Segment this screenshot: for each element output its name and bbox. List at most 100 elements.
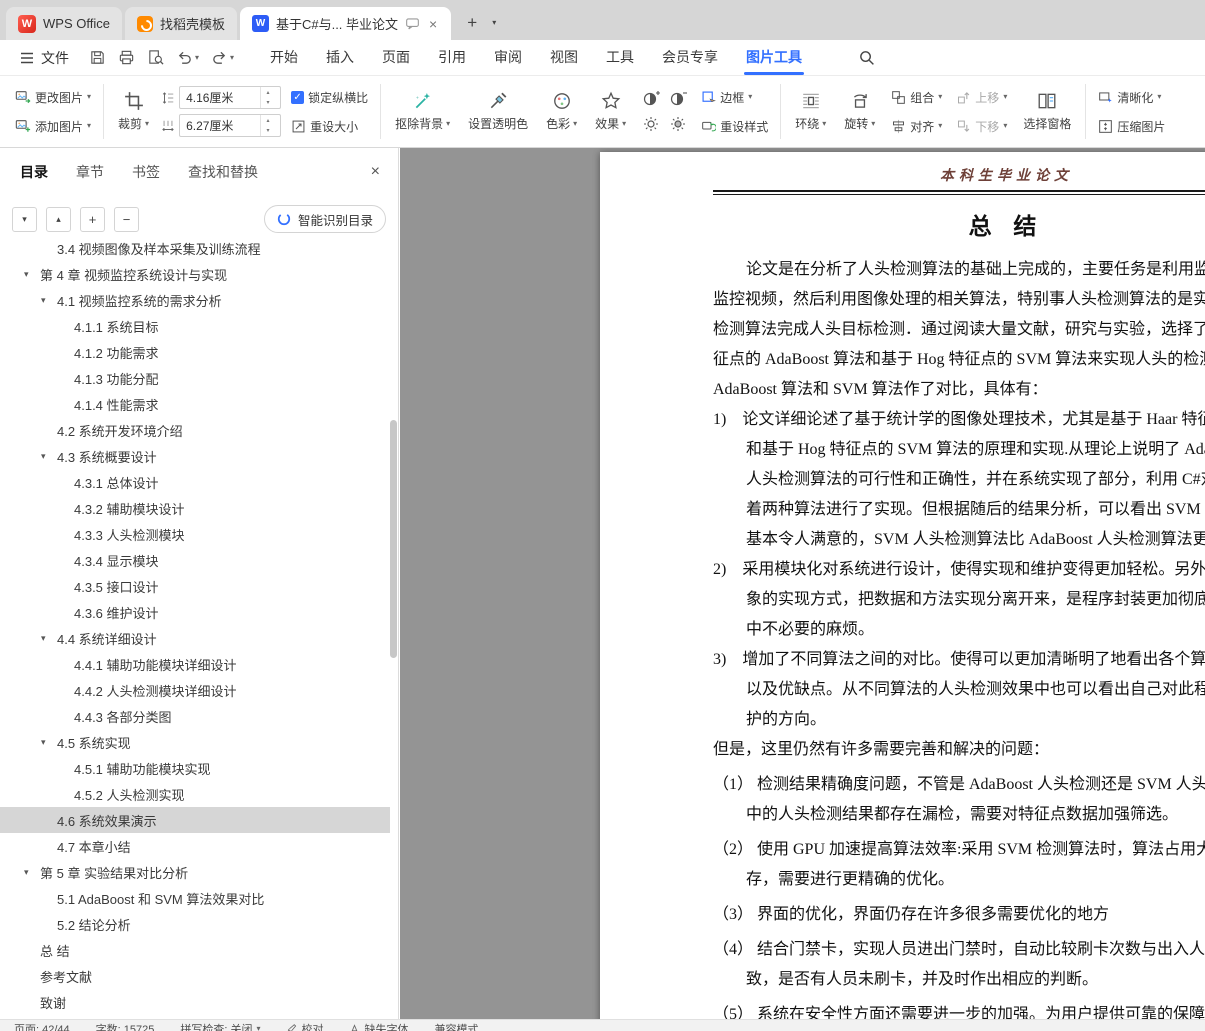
toc-item[interactable]: 4.1.1 系统目标 bbox=[0, 313, 390, 339]
redo-button[interactable]: ▾ bbox=[211, 49, 234, 66]
decrease-contrast-icon[interactable] bbox=[668, 89, 688, 109]
remove-background-button[interactable]: 抠除背景 ▾ bbox=[389, 88, 456, 135]
toc-item[interactable]: 总 结 bbox=[0, 937, 390, 963]
rotate-button[interactable]: 旋转 ▾ bbox=[838, 88, 881, 135]
toc-item[interactable]: 4.1.4 性能需求 bbox=[0, 391, 390, 417]
tab-home[interactable]: 开始 bbox=[256, 40, 312, 75]
page-indicator[interactable]: 页面: 42/44 bbox=[14, 1021, 70, 1031]
lock-aspect-checkbox[interactable]: ✓ 锁定纵横比 bbox=[287, 85, 372, 109]
toc-item[interactable]: 4.4.2 人头检测模块详细设计 bbox=[0, 677, 390, 703]
proofread-button[interactable]: 校对 bbox=[286, 1021, 323, 1031]
search-icon[interactable] bbox=[858, 49, 875, 66]
toc-item[interactable]: 参考文献 bbox=[0, 963, 390, 989]
picture-width-input[interactable] bbox=[180, 115, 261, 136]
send-backward-button[interactable]: 下移 ▾ bbox=[952, 114, 1011, 138]
toc-item[interactable]: 4.5.2 人头检测实现 bbox=[0, 781, 390, 807]
expand-triangle-icon[interactable]: ▾ bbox=[41, 737, 57, 748]
toc-item[interactable]: 4.3.1 总体设计 bbox=[0, 469, 390, 495]
tab-docer-templates[interactable]: 找稻壳模板 bbox=[124, 7, 237, 40]
undo-button[interactable]: ▾ bbox=[176, 49, 199, 66]
picture-height-input[interactable] bbox=[180, 87, 261, 108]
pane-tab-bookmarks[interactable]: 书签 bbox=[132, 162, 160, 182]
toc-item[interactable]: 4.3.6 维护设计 bbox=[0, 599, 390, 625]
tab-picture-tools[interactable]: 图片工具 bbox=[732, 40, 816, 75]
toc-item[interactable]: 4.3.4 显示模块 bbox=[0, 547, 390, 573]
expand-triangle-icon[interactable]: ▾ bbox=[41, 633, 57, 644]
spin-up-icon[interactable]: ▴ bbox=[261, 87, 275, 98]
crop-button[interactable]: 裁剪 ▾ bbox=[112, 88, 155, 135]
document-page[interactable]: 本科生毕业论文 总 结 论文是在分析了人头检测算法的基础上完成的，主要任务是利用… bbox=[600, 152, 1205, 1019]
toc-item[interactable]: ▾ 4.4 系统详细设计 bbox=[0, 625, 390, 651]
color-button[interactable]: 色彩 ▾ bbox=[540, 88, 583, 135]
close-tab-icon[interactable]: × bbox=[427, 16, 439, 32]
toc-item[interactable]: 4.2 系统开发环境介绍 bbox=[0, 417, 390, 443]
tab-page[interactable]: 页面 bbox=[368, 40, 424, 75]
expand-triangle-icon[interactable]: ▾ bbox=[24, 269, 40, 280]
sharpen-button[interactable]: 清晰化 ▾ bbox=[1094, 85, 1169, 109]
new-tab-button[interactable]: + bbox=[459, 10, 485, 36]
tab-document[interactable]: W 基于C#与... 毕业论文 × bbox=[239, 7, 452, 40]
spin-down-icon[interactable]: ▾ bbox=[261, 98, 275, 109]
spin-down-icon[interactable]: ▾ bbox=[261, 126, 275, 137]
toc-item[interactable]: ▾ 第 4 章 视频监控系统设计与实现 bbox=[0, 261, 390, 287]
spellcheck-status[interactable]: 拼写检查: 关闭 ▾ bbox=[180, 1021, 260, 1031]
save-icon[interactable] bbox=[89, 49, 106, 66]
toc-item[interactable]: 致谢 bbox=[0, 989, 390, 1015]
pane-tab-chapters[interactable]: 章节 bbox=[76, 162, 104, 182]
expand-triangle-icon[interactable]: ▾ bbox=[41, 295, 57, 306]
wrap-text-button[interactable]: 环绕 ▾ bbox=[789, 88, 832, 135]
tab-view[interactable]: 视图 bbox=[536, 40, 592, 75]
toc-item[interactable]: ▾ 4.3 系统概要设计 bbox=[0, 443, 390, 469]
zoom-in-toc-button[interactable]: + bbox=[80, 206, 105, 232]
reset-style-button[interactable]: 重设样式 bbox=[697, 114, 772, 138]
height-stepper[interactable]: ▴ ▾ bbox=[260, 87, 275, 108]
toc-item[interactable]: 5.1 AdaBoost 和 SVM 算法效果对比 bbox=[0, 885, 390, 911]
toc-item[interactable]: 4.3.2 辅助模块设计 bbox=[0, 495, 390, 521]
missing-font-button[interactable]: 缺失字体 bbox=[349, 1021, 408, 1031]
compatibility-mode[interactable]: 兼容模式 bbox=[434, 1021, 478, 1031]
align-button[interactable]: 对齐 ▾ bbox=[887, 114, 946, 138]
expand-all-button[interactable]: ▴ bbox=[46, 206, 71, 232]
expand-triangle-icon[interactable]: ▾ bbox=[41, 451, 57, 462]
toc-item[interactable]: 4.5.1 辅助功能模块实现 bbox=[0, 755, 390, 781]
toc-item[interactable]: 3.4 视频图像及样本采集及训练流程 bbox=[0, 242, 390, 261]
tab-tools[interactable]: 工具 bbox=[592, 40, 648, 75]
bring-forward-button[interactable]: 上移 ▾ bbox=[952, 85, 1011, 109]
decrease-brightness-icon[interactable] bbox=[668, 114, 688, 134]
add-picture-button[interactable]: 添加图片 ▾ bbox=[11, 114, 95, 138]
reset-size-button[interactable]: 重设大小 bbox=[287, 114, 372, 138]
compress-picture-button[interactable]: 压缩图片 bbox=[1094, 114, 1169, 138]
pane-tab-contents[interactable]: 目录 bbox=[20, 162, 48, 182]
toc-item[interactable]: 4.4.1 辅助功能模块详细设计 bbox=[0, 651, 390, 677]
border-button[interactable]: 边框 ▾ bbox=[697, 85, 772, 109]
toc-item[interactable]: 4.3.5 接口设计 bbox=[0, 573, 390, 599]
toc-item[interactable]: 4.6 系统效果演示 bbox=[0, 807, 390, 833]
scrollbar-thumb[interactable] bbox=[390, 420, 397, 658]
expand-triangle-icon[interactable]: ▾ bbox=[24, 867, 40, 878]
toc-item[interactable]: 4.1.2 功能需求 bbox=[0, 339, 390, 365]
tab-insert[interactable]: 插入 bbox=[312, 40, 368, 75]
increase-contrast-icon[interactable] bbox=[641, 89, 661, 109]
tab-reference[interactable]: 引用 bbox=[424, 40, 480, 75]
tab-review[interactable]: 审阅 bbox=[480, 40, 536, 75]
set-transparent-button[interactable]: 设置透明色 bbox=[462, 88, 534, 135]
toc-item[interactable]: 4.4.3 各部分类图 bbox=[0, 703, 390, 729]
toc-item[interactable]: ▾ 第 5 章 实验结果对比分析 bbox=[0, 859, 390, 885]
print-preview-icon[interactable] bbox=[147, 49, 164, 66]
toc-item[interactable]: ▾ 4.5 系统实现 bbox=[0, 729, 390, 755]
spin-up-icon[interactable]: ▴ bbox=[261, 115, 275, 126]
sidebar-scrollbar[interactable] bbox=[390, 244, 397, 1019]
tab-list-chevron-icon[interactable]: ▾ bbox=[485, 10, 503, 36]
width-stepper[interactable]: ▴ ▾ bbox=[260, 115, 275, 136]
selection-pane-button[interactable]: 选择窗格 bbox=[1017, 88, 1077, 135]
increase-brightness-icon[interactable] bbox=[641, 114, 661, 134]
effects-button[interactable]: 效果 ▾ bbox=[589, 88, 632, 135]
zoom-out-toc-button[interactable]: − bbox=[114, 206, 139, 232]
toc-item[interactable]: ▾ 4.1 视频监控系统的需求分析 bbox=[0, 287, 390, 313]
toc-item[interactable]: 4.7 本章小结 bbox=[0, 833, 390, 859]
collapse-all-button[interactable]: ▾ bbox=[12, 206, 37, 232]
group-button[interactable]: 组合 ▾ bbox=[887, 85, 946, 109]
file-menu-button[interactable]: 文件 bbox=[10, 48, 79, 68]
word-count[interactable]: 字数: 15725 bbox=[96, 1021, 155, 1031]
tab-wps-home[interactable]: W WPS Office bbox=[6, 7, 122, 40]
